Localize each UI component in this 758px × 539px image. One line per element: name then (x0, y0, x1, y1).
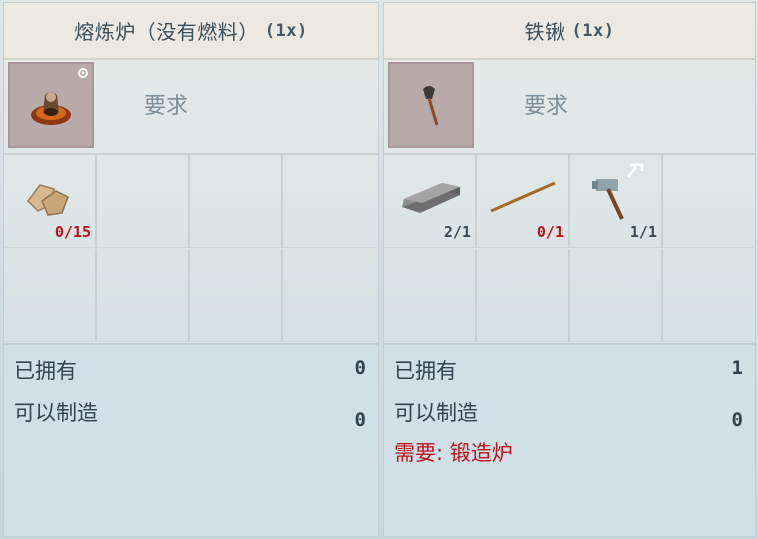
ingredient-slot[interactable] (283, 155, 376, 248)
ingredient-slot[interactable] (190, 155, 283, 248)
recipe-title: 熔炼炉（没有燃料） (74, 20, 259, 44)
recipe-title: 铁锹 (524, 20, 566, 44)
requirements-label: 要求 (524, 94, 569, 119)
ingredient-count: 0/1 (536, 223, 564, 241)
ingredient-slot[interactable] (97, 249, 190, 342)
ingredient-slot[interactable] (384, 249, 477, 342)
stone-icon (27, 184, 69, 216)
recipe-title-bar: 铁锹 (1x) (384, 3, 755, 60)
ingredient-grid: 0/15 (4, 155, 378, 343)
ingredient-slot[interactable]: 1/1 (570, 155, 663, 248)
craftable-label: 可以制造 (394, 401, 478, 425)
info-section: 已拥有 0 可以制造 0 (4, 343, 378, 536)
recipe-quantity: (1x) (264, 20, 308, 41)
ingredient-count: 2/1 (443, 223, 471, 241)
owned-value: 0 (354, 357, 366, 379)
result-slot[interactable] (388, 62, 474, 148)
recipe-title-bar: 熔炼炉（没有燃料） (1x) (4, 3, 378, 60)
owned-label: 已拥有 (394, 359, 457, 383)
ingredient-slot[interactable] (477, 249, 570, 342)
craftable-label: 可以制造 (14, 401, 98, 425)
ingredient-grid: 2/1 0/1 1/1 (384, 155, 756, 343)
result-row: 要求 (4, 60, 378, 155)
requirement-note: 需要: 锻造炉 (394, 441, 513, 465)
info-section: 已拥有 1 可以制造 0 需要: 锻造炉 (384, 343, 755, 536)
ingredient-slot[interactable]: 2/1 (384, 155, 477, 248)
ingredient-slot[interactable] (4, 249, 97, 342)
craftable-value: 0 (354, 409, 366, 431)
ingredient-slot[interactable] (283, 249, 376, 342)
shovel-icon (423, 86, 439, 126)
hammer-icon (592, 163, 644, 220)
owned-label: 已拥有 (14, 359, 77, 383)
stick-icon (490, 181, 556, 213)
iron-ingot-icon (402, 183, 460, 213)
ingredient-slot[interactable] (663, 249, 756, 342)
ingredient-slot[interactable] (190, 249, 283, 342)
furnace-icon (31, 92, 71, 125)
requirements-label: 要求 (144, 94, 189, 119)
ingredient-slot[interactable] (663, 155, 756, 248)
ingredient-slot[interactable]: 0/15 (4, 155, 97, 248)
recipe-quantity: (1x) (571, 20, 615, 41)
gear-icon (78, 68, 88, 78)
recipe-panel-shovel: 铁锹 (1x) 要求 2/1 0/1 1/1 已拥有 1 可以制造 0 需要: … (383, 2, 756, 537)
ingredient-count: 0/15 (54, 223, 91, 241)
owned-value: 1 (731, 357, 743, 379)
ingredient-slot[interactable] (97, 155, 190, 248)
result-row: 要求 (384, 60, 755, 155)
recipe-panel-furnace: 熔炼炉（没有燃料） (1x) 要求 0/15 已拥有 0 可以制造 0 (3, 2, 379, 537)
ingredient-slot[interactable]: 0/1 (477, 155, 570, 248)
ingredient-count: 1/1 (629, 223, 657, 241)
craftable-value: 0 (731, 409, 743, 431)
ingredient-slot[interactable] (570, 249, 663, 342)
